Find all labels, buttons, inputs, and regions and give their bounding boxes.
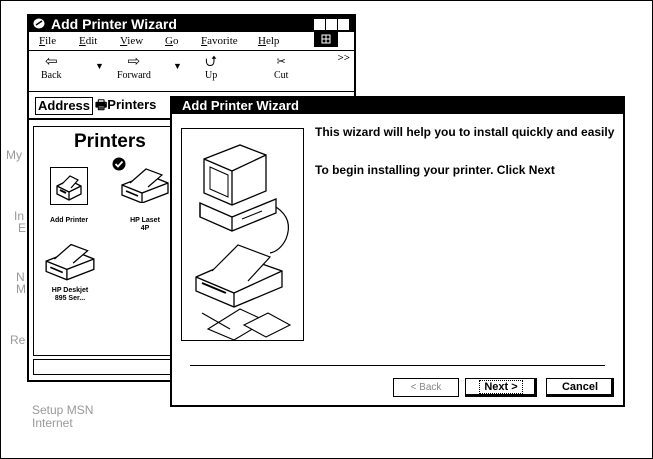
window-title: Add Printer Wizard bbox=[51, 16, 177, 32]
menu-bar: File Edit View Go Favorite Help bbox=[29, 32, 354, 51]
status-bar bbox=[33, 359, 175, 375]
item-label: HP Deskjet 895 Ser... bbox=[51, 287, 89, 302]
separator bbox=[190, 365, 605, 366]
close-button[interactable] bbox=[338, 19, 349, 30]
menu-go[interactable]: Go bbox=[165, 32, 178, 50]
printer-icon bbox=[121, 168, 169, 203]
printers-folder-icon: 🖶 bbox=[95, 97, 108, 112]
wizard-intro-text: This wizard will help you to install qui… bbox=[315, 125, 615, 139]
toolbar-more-button[interactable]: >> bbox=[337, 52, 350, 64]
folder-title: Printers bbox=[74, 131, 146, 152]
window-logo-icon bbox=[33, 18, 45, 29]
desktop-icon-label[interactable]: E bbox=[18, 221, 26, 235]
address-field[interactable]: 🖶Printers bbox=[95, 97, 156, 113]
toolbar: ⇦ Back ▼ ⇨ Forward ▼ ⮍ Up ✂ Cut >> bbox=[29, 51, 354, 92]
address-label: Address bbox=[35, 97, 94, 115]
scissors-icon: ✂ bbox=[276, 56, 286, 68]
maximize-button[interactable] bbox=[326, 19, 337, 30]
desktop-icon-label[interactable]: My bbox=[6, 148, 22, 162]
menu-edit[interactable]: Edit bbox=[79, 32, 97, 50]
forward-button[interactable]: ⇨ Forward bbox=[117, 54, 151, 81]
menu-view[interactable]: View bbox=[120, 32, 143, 50]
wizard-illustration bbox=[181, 128, 304, 341]
minimize-button[interactable] bbox=[314, 19, 325, 30]
wizard-instruction-text: To begin installing your printer. Click … bbox=[315, 163, 555, 177]
cancel-button[interactable]: Cancel bbox=[546, 378, 614, 397]
menu-file[interactable]: File bbox=[39, 32, 56, 50]
dialog-titlebar[interactable]: Add Printer Wizard bbox=[172, 98, 623, 114]
add-printer-icon bbox=[56, 175, 82, 201]
up-button[interactable]: ⮍ Up bbox=[205, 54, 217, 81]
add-printer-item[interactable] bbox=[50, 167, 88, 205]
item-label: HP Laset 4P bbox=[130, 217, 160, 232]
menu-help[interactable]: Help bbox=[258, 32, 279, 50]
throbber-logo-icon bbox=[314, 32, 338, 47]
desktop-icon-label[interactable]: Re bbox=[10, 333, 25, 347]
forward-dropdown-icon[interactable]: ▼ bbox=[173, 61, 182, 71]
cut-button[interactable]: ✂ Cut bbox=[274, 54, 288, 81]
printer-item-hp-deskjet[interactable] bbox=[42, 237, 98, 281]
up-folder-icon: ⮍ bbox=[205, 54, 218, 70]
item-label: Add Printer bbox=[49, 217, 89, 224]
printer-icon bbox=[45, 243, 95, 281]
computer-printer-illustration bbox=[195, 144, 292, 341]
desktop-icon-label[interactable]: M bbox=[16, 282, 26, 296]
window-titlebar[interactable]: Add Printer Wizard bbox=[29, 16, 354, 32]
setup-msn-label[interactable]: Setup MSN Internet bbox=[32, 404, 93, 430]
back-dropdown-icon[interactable]: ▼ bbox=[95, 61, 104, 71]
menu-favorite[interactable]: Favorite bbox=[201, 32, 238, 50]
printer-item-hp-laser[interactable] bbox=[112, 157, 172, 203]
forward-arrow-icon: ⇨ bbox=[127, 54, 141, 70]
back-button[interactable]: ⇦ Back bbox=[41, 54, 62, 81]
next-button[interactable]: Next > bbox=[465, 378, 537, 397]
add-printer-wizard-dialog: Add Printer Wizard This wizard will help… bbox=[170, 96, 625, 407]
back-arrow-icon: ⇦ bbox=[44, 54, 58, 70]
back-button[interactable]: < Back bbox=[393, 378, 459, 397]
